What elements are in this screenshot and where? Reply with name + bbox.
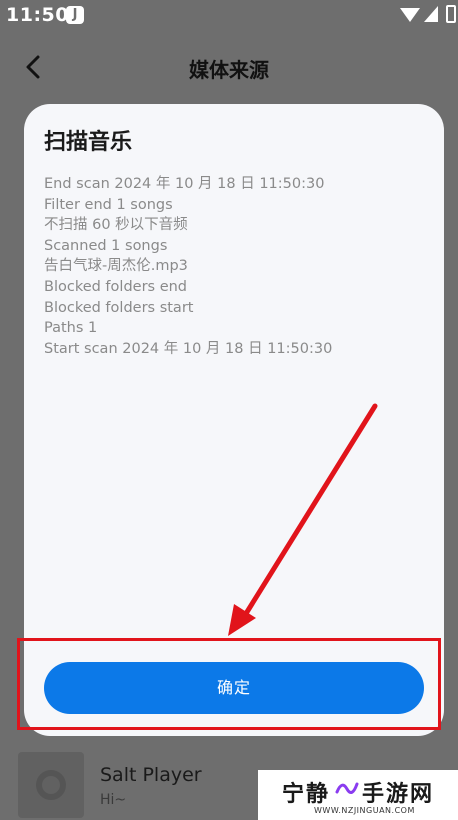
player-subtitle: Hi~ xyxy=(100,792,127,808)
log-line: Blocked folders start xyxy=(44,299,194,316)
battery-icon xyxy=(446,5,456,23)
highlight-box xyxy=(17,638,441,730)
watermark-text-right: 手游网 xyxy=(362,782,435,807)
log-line: Paths 1 xyxy=(44,320,98,337)
disc-icon xyxy=(36,770,66,800)
log-line: Filter end 1 songs xyxy=(44,196,173,213)
watermark-logo-icon xyxy=(335,782,359,794)
log-line: 不扫描 60 秒以下音频 xyxy=(44,217,188,234)
album-art xyxy=(18,752,84,818)
log-line: End scan 2024 年 10 月 18 日 11:50:30 xyxy=(44,176,325,192)
app-header: 媒体来源 xyxy=(0,40,458,94)
wifi-icon xyxy=(400,8,420,22)
player-title: Salt Player xyxy=(100,764,202,786)
signal-icon xyxy=(424,6,438,22)
page-title: 媒体来源 xyxy=(189,58,269,82)
watermark-url: WWW.NZJINGUAN.COM xyxy=(314,806,415,815)
dialog-title: 扫描音乐 xyxy=(44,130,133,155)
log-line: Blocked folders end xyxy=(44,278,188,295)
watermark: 宁静 手游网 WWW.NZJINGUAN.COM xyxy=(258,770,458,820)
watermark-text-left: 宁静 xyxy=(282,782,331,807)
scan-log: End scan 2024 年 10 月 18 日 11:50:30 Filte… xyxy=(44,174,434,359)
log-line: Start scan 2024 年 10 月 18 日 11:50:30 xyxy=(44,340,333,357)
log-line: Scanned 1 songs xyxy=(44,237,168,254)
music-app-icon: J xyxy=(66,6,84,24)
log-line: 告白气球-周杰伦.mp3 xyxy=(44,258,188,275)
status-bar: 11:50 J xyxy=(0,0,458,32)
status-time: 11:50 xyxy=(6,4,69,26)
